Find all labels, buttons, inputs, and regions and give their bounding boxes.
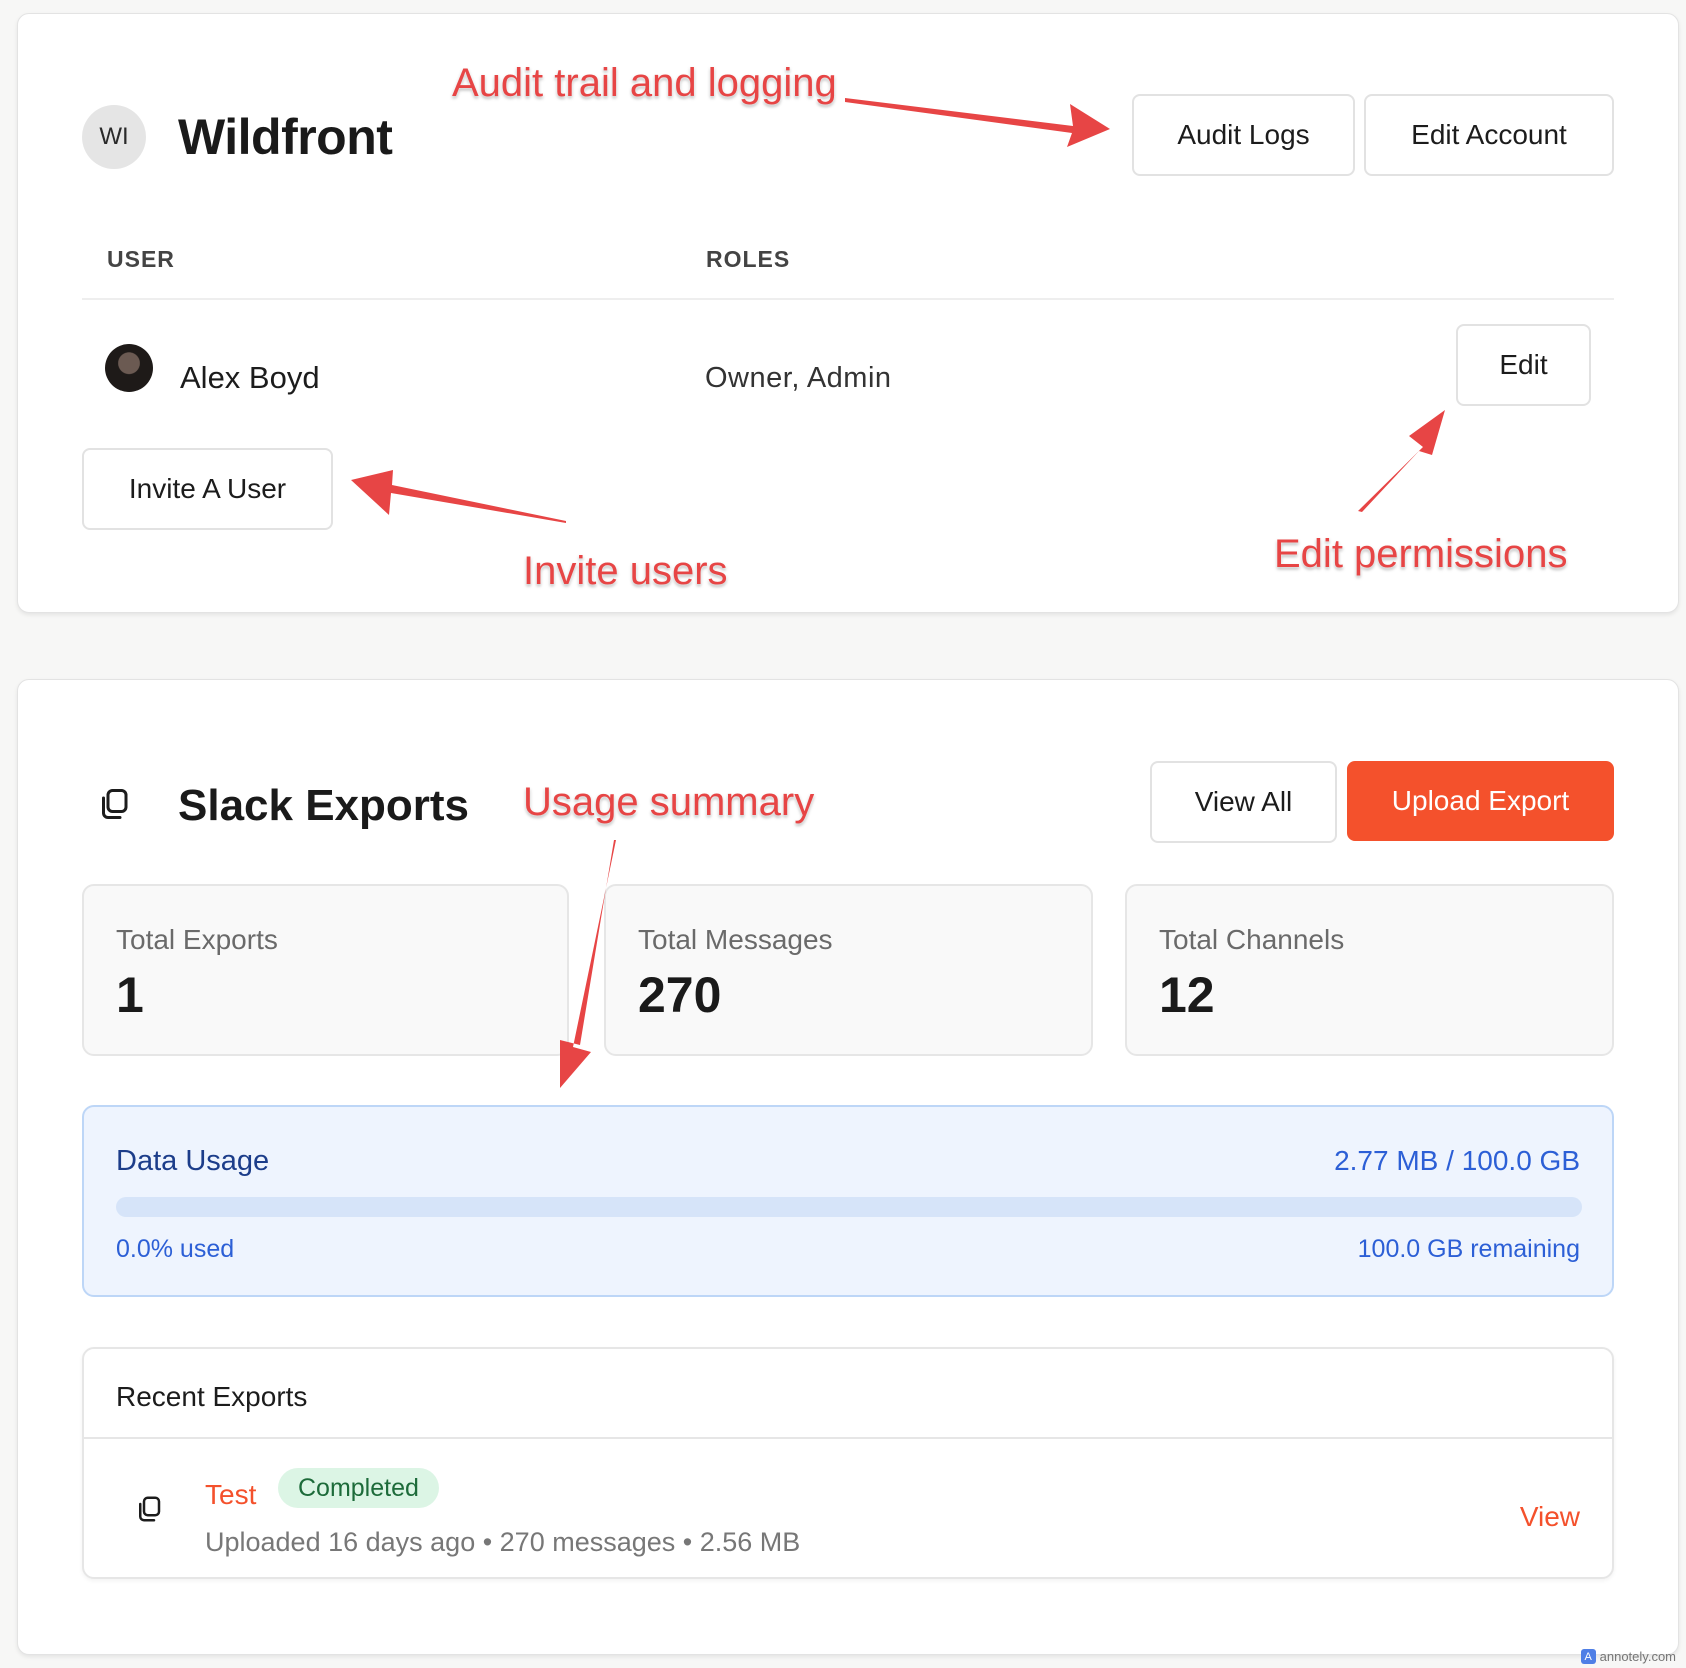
stat-value: 270 <box>638 967 722 1023</box>
avatar <box>105 344 153 392</box>
data-usage-panel: Data Usage 2.77 MB / 100.0 GB 0.0% used … <box>82 1105 1614 1297</box>
stat-card-messages: Total Messages 270 <box>604 884 1093 1056</box>
usage-used-text: 0.0% used <box>116 1235 235 1263</box>
annotation-usage: Usage summary <box>523 780 815 824</box>
usage-progress-bar <box>116 1197 1582 1217</box>
view-all-button[interactable]: View All <box>1150 761 1337 843</box>
status-badge: Completed <box>278 1468 439 1508</box>
annotation-audit: Audit trail and logging <box>452 61 837 105</box>
upload-export-button[interactable]: Upload Export <box>1347 761 1614 841</box>
edit-account-button[interactable]: Edit Account <box>1364 94 1614 176</box>
stat-label: Total Messages <box>638 924 833 955</box>
column-header-roles: ROLES <box>706 246 791 272</box>
section-title: Slack Exports <box>178 781 470 830</box>
org-avatar: WI <box>82 105 146 169</box>
edit-user-button[interactable]: Edit <box>1456 324 1591 406</box>
copy-icon <box>102 789 128 819</box>
user-name: Alex Boyd <box>180 360 320 395</box>
view-export-link[interactable]: View <box>1520 1501 1580 1533</box>
annotation-invite: Invite users <box>523 549 728 593</box>
stat-value: 12 <box>1159 967 1215 1023</box>
export-meta: Uploaded 16 days ago • 270 messages • 2.… <box>205 1527 801 1557</box>
usage-remaining-text: 100.0 GB remaining <box>1357 1235 1580 1263</box>
recent-exports-title: Recent Exports <box>116 1381 308 1412</box>
account-card: WI Wildfront Audit Logs Edit Account USE… <box>17 13 1679 613</box>
user-roles: Owner, Admin <box>705 362 892 394</box>
stat-label: Total Channels <box>1159 924 1345 955</box>
export-name-link[interactable]: Test <box>205 1479 256 1511</box>
stat-card-exports: Total Exports 1 <box>82 884 569 1056</box>
stat-card-channels: Total Channels 12 <box>1125 884 1614 1056</box>
recent-exports-panel: Recent Exports Test Completed Uploaded 1… <box>82 1347 1614 1579</box>
slack-exports-card: Slack Exports View All Upload Export Tot… <box>17 679 1679 1655</box>
annotation-edit: Edit permissions <box>1274 532 1568 576</box>
divider <box>84 1437 1612 1439</box>
audit-logs-button[interactable]: Audit Logs <box>1132 94 1355 176</box>
stat-label: Total Exports <box>116 924 278 955</box>
usage-title: Data Usage <box>116 1145 270 1177</box>
org-name: Wildfront <box>178 109 393 165</box>
watermark: A annotely.com <box>1580 1649 1676 1664</box>
annotely-logo-icon: A <box>1580 1649 1596 1664</box>
copy-icon <box>139 1496 161 1522</box>
usage-amount: 2.77 MB / 100.0 GB <box>1334 1145 1580 1176</box>
watermark-text: annotely.com <box>1599 1649 1676 1664</box>
invite-user-button[interactable]: Invite A User <box>82 448 333 530</box>
column-header-user: USER <box>107 246 175 272</box>
stat-value: 1 <box>116 967 144 1023</box>
table-divider <box>82 298 1614 300</box>
